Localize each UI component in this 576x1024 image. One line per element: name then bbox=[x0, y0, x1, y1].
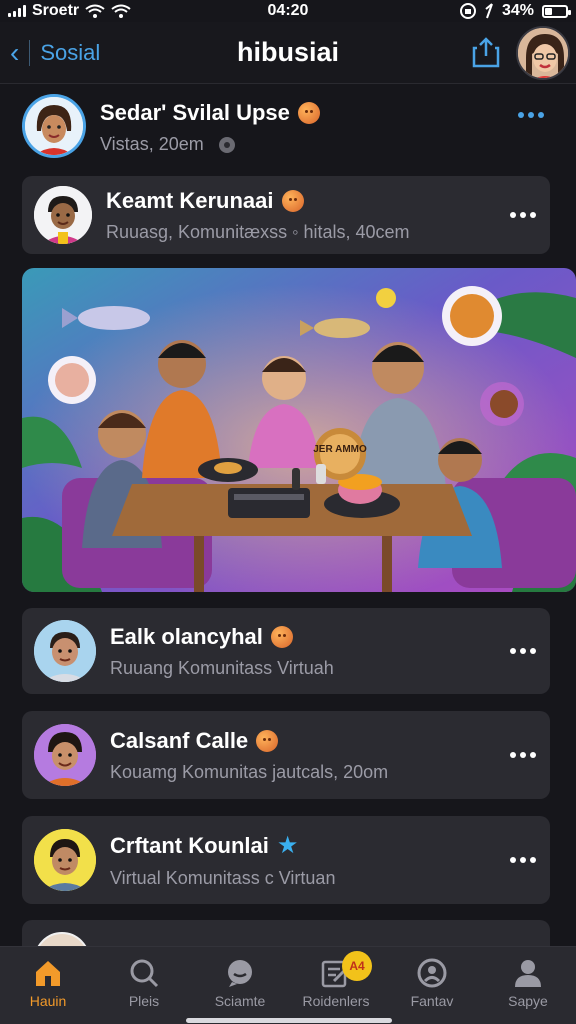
avatar[interactable] bbox=[22, 94, 86, 158]
chevron-left-icon: ‹ bbox=[10, 36, 20, 68]
card-subtitle: Ruuang Komunitass Virtuah bbox=[110, 657, 334, 678]
tab-label: Hauin bbox=[29, 993, 67, 1009]
back-button[interactable]: ‹ Sosial bbox=[10, 36, 101, 68]
tab-label: Sapye bbox=[508, 993, 548, 1009]
avatar[interactable] bbox=[34, 186, 92, 244]
profile-avatar[interactable] bbox=[516, 26, 570, 80]
avatar[interactable] bbox=[34, 620, 96, 682]
emoji-icon bbox=[281, 189, 304, 212]
more-options-button[interactable] bbox=[510, 212, 536, 218]
post-header[interactable]: Sedar' Svilal Upse Vistas, 20em bbox=[22, 94, 552, 166]
divider bbox=[29, 39, 31, 66]
back-label: Sosial bbox=[40, 39, 101, 65]
emoji-icon bbox=[297, 102, 320, 124]
explore-icon bbox=[417, 958, 447, 988]
tab-search[interactable]: Pleis bbox=[96, 947, 192, 1024]
community-card[interactable] bbox=[22, 920, 550, 946]
search-icon bbox=[130, 959, 159, 988]
feed[interactable]: Sedar' Svilal Upse Vistas, 20em Keamt Ke… bbox=[0, 84, 576, 946]
audio-icon bbox=[218, 136, 235, 153]
more-options-button[interactable] bbox=[510, 857, 536, 863]
carrier-name: Sroetr bbox=[32, 2, 80, 19]
tab-profile[interactable]: Sapye bbox=[480, 947, 576, 1024]
battery-percent: 34% bbox=[501, 2, 534, 19]
avatar[interactable] bbox=[34, 829, 96, 891]
card-subtitle: Virtual Komunitass c Virtuan bbox=[110, 868, 336, 888]
tab-label: Sciamte bbox=[214, 993, 266, 1009]
post-subtitle: Vistas, 20em bbox=[100, 134, 204, 154]
status-bar: Sroetr 04:20 34% bbox=[0, 0, 576, 22]
card-title: Keamt Kerunaai bbox=[106, 187, 274, 213]
wifi-icon bbox=[111, 4, 131, 18]
more-options-button[interactable] bbox=[510, 648, 536, 654]
card-title: Calsanf Calle bbox=[110, 727, 249, 753]
battery-icon bbox=[542, 4, 571, 18]
podcast-illustration[interactable]: JER AMMO bbox=[22, 268, 576, 592]
card-subtitle: Kouamg Komunitas jautcals, 20om bbox=[110, 761, 389, 782]
location-icon bbox=[485, 3, 493, 19]
tab-reminders[interactable]: A4 Roidenlers bbox=[288, 947, 384, 1024]
tab-explore[interactable]: Fantav bbox=[384, 947, 480, 1024]
avatar[interactable] bbox=[34, 932, 90, 946]
more-options-button[interactable] bbox=[518, 112, 544, 118]
community-card[interactable]: Keamt Kerunaai Ruuasg, Komunitæxss ◦ hit… bbox=[22, 176, 550, 254]
emoji-icon bbox=[256, 729, 279, 752]
community-card[interactable]: Ealk olancyhal Ruuang Komunitass Virtuah bbox=[22, 608, 550, 694]
tab-label: Roidenlers bbox=[302, 993, 370, 1009]
home-indicator[interactable] bbox=[186, 1018, 392, 1023]
tab-label: Fantav bbox=[410, 993, 454, 1009]
more-options-button[interactable] bbox=[510, 752, 536, 758]
post-author-name: Sedar' Svilal Upse bbox=[100, 100, 290, 125]
card-title: Ealk olancyhal bbox=[110, 623, 263, 649]
share-icon[interactable] bbox=[472, 36, 500, 68]
card-title: Crftant Kounlai bbox=[110, 832, 269, 858]
wifi-icon bbox=[85, 4, 105, 18]
tab-chat[interactable]: Sciamte bbox=[192, 947, 288, 1024]
chat-icon bbox=[228, 960, 252, 987]
community-card[interactable]: Crftant Kounlai ★ Virtual Komunitass c V… bbox=[22, 816, 550, 904]
avatar[interactable] bbox=[34, 724, 96, 786]
tab-bar: Hauin Pleis Sciamte A4 Roidenlers Fantav… bbox=[0, 946, 576, 1024]
tab-home[interactable]: Hauin bbox=[0, 947, 96, 1024]
lock-rotation-icon bbox=[459, 3, 476, 19]
signal-icon bbox=[8, 5, 26, 17]
star-icon: ★ bbox=[276, 832, 299, 859]
sign-text: JER AMMO bbox=[313, 444, 367, 455]
home-icon bbox=[36, 961, 60, 986]
app-header: ‹ Sosial hibusiai bbox=[0, 22, 576, 84]
profile-icon bbox=[515, 960, 541, 987]
emoji-icon bbox=[270, 625, 293, 648]
community-card[interactable]: Calsanf Calle Kouamg Komunitas jautcals,… bbox=[22, 711, 550, 799]
notification-badge: A4 bbox=[342, 951, 372, 981]
card-subtitle: Ruuasg, Komunitæxss ◦ hitals, 40cem bbox=[106, 221, 410, 242]
tab-label: Pleis bbox=[128, 993, 160, 1009]
